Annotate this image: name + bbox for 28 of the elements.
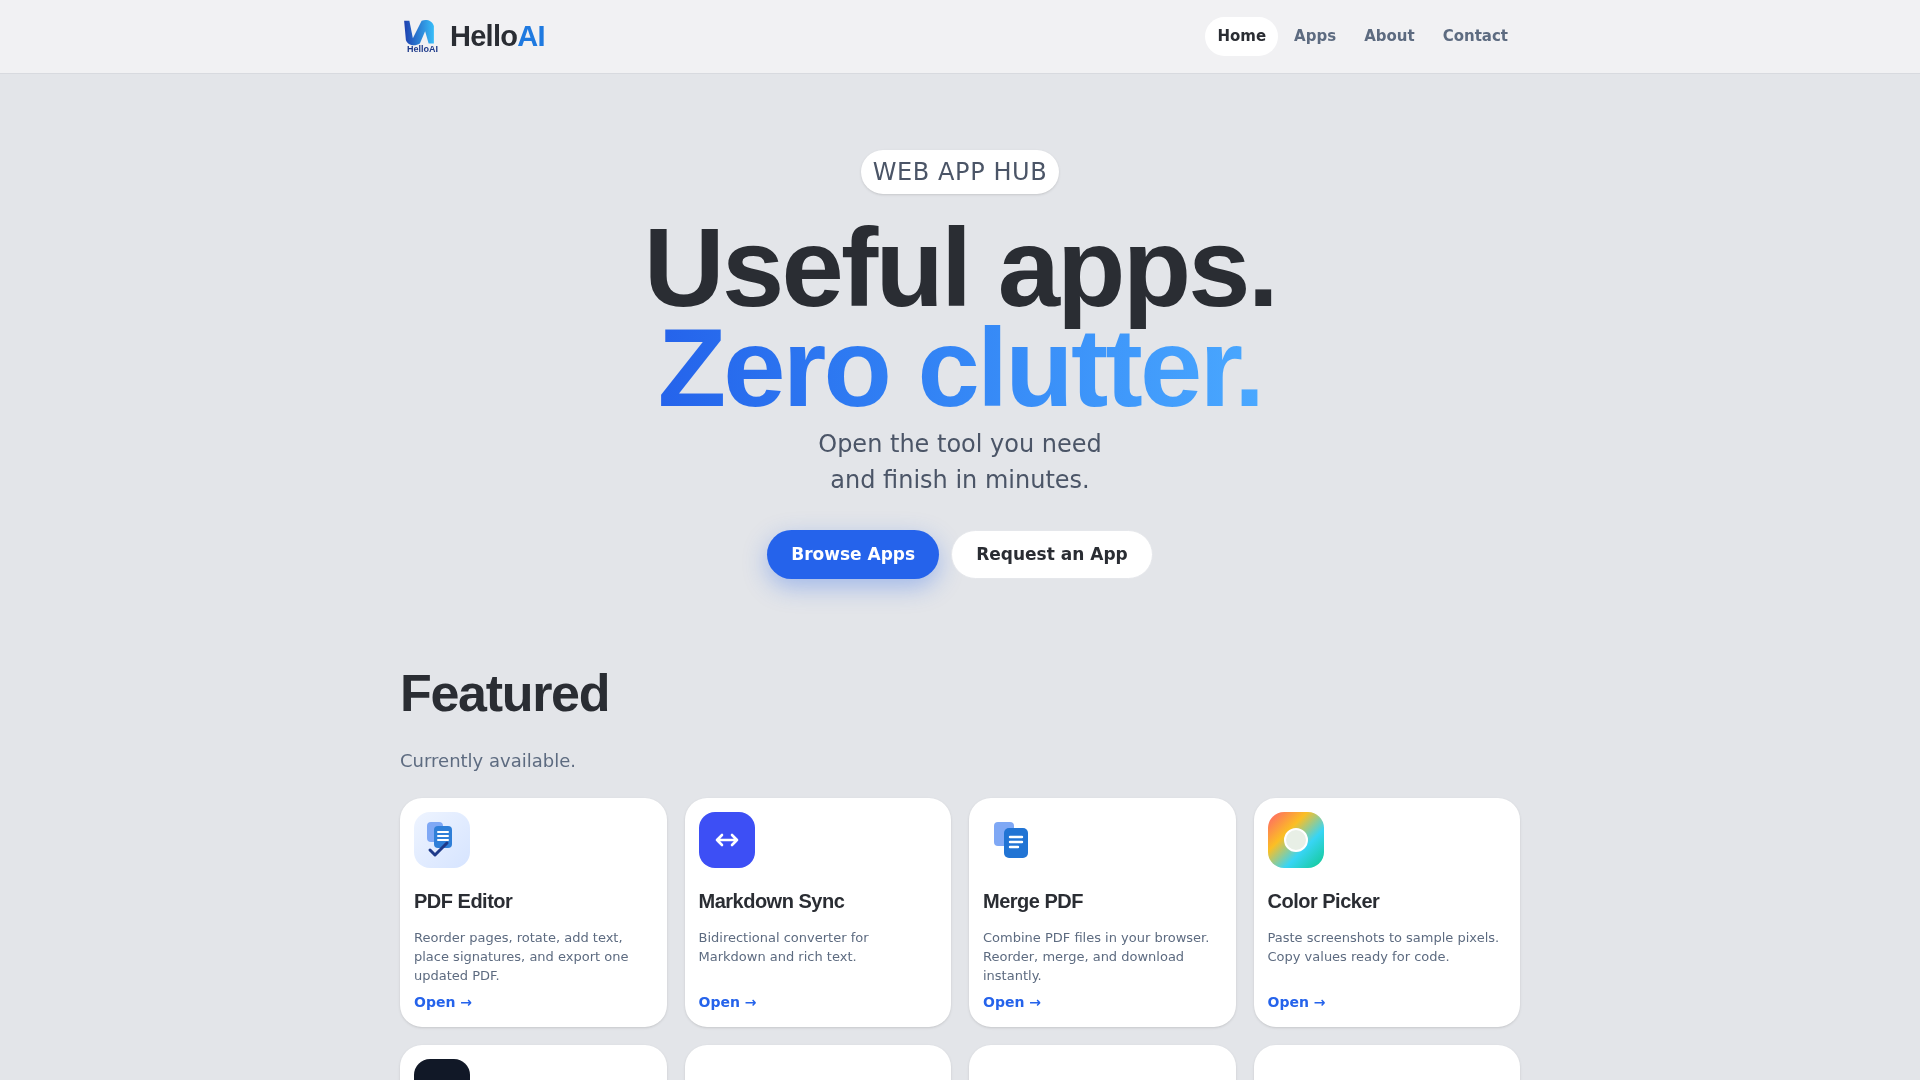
logo-text: HelloAI <box>407 45 438 54</box>
nav-link[interactable]: Apps <box>1282 17 1349 56</box>
app-title: Merge PDF <box>983 889 1084 914</box>
color-wheel-icon <box>1267 812 1324 868</box>
documents-icon <box>992 820 1030 860</box>
app-title: PDF Editor <box>414 889 514 914</box>
brand-name: HelloAI <box>450 18 545 54</box>
app-description: Reorder pages, rotate, add text, place signatures, and export one updated PDF. <box>414 929 630 985</box>
document-check-icon <box>414 812 470 868</box>
section-subtitle: Currently available. <box>400 749 577 773</box>
app-title: Markdown Sync <box>698 889 846 914</box>
double-arrow-icon <box>698 812 755 868</box>
open-link[interactable]: Open → <box>1267 992 1326 1013</box>
nav-link[interactable]: Contact <box>1430 17 1520 56</box>
browse-button[interactable]: Browse Apps <box>767 530 940 579</box>
request-button[interactable]: Request an App <box>951 530 1153 579</box>
hero-subtitle: and finish in minutes. <box>830 465 1090 496</box>
app-description: Bidirectional converter for Markdown and rich text. <box>698 929 870 966</box>
nav-link[interactable]: About <box>1352 17 1427 56</box>
open-link[interactable]: Open → <box>983 992 1041 1013</box>
open-link[interactable]: Open → <box>698 992 757 1013</box>
app-title: Color Picker <box>1267 889 1381 914</box>
section-title: Featured <box>400 667 611 719</box>
open-link[interactable]: Open → <box>414 992 472 1013</box>
nav-link[interactable]: Home <box>1205 17 1279 56</box>
hero-badge: WEB APP HUB <box>860 150 1060 194</box>
app-description: Combine PDF files in your browser. Reorder, merge, and download instantly. <box>983 929 1211 985</box>
app-description: Paste screenshots to sample pixels. Copy values ready for code. <box>1267 929 1501 966</box>
